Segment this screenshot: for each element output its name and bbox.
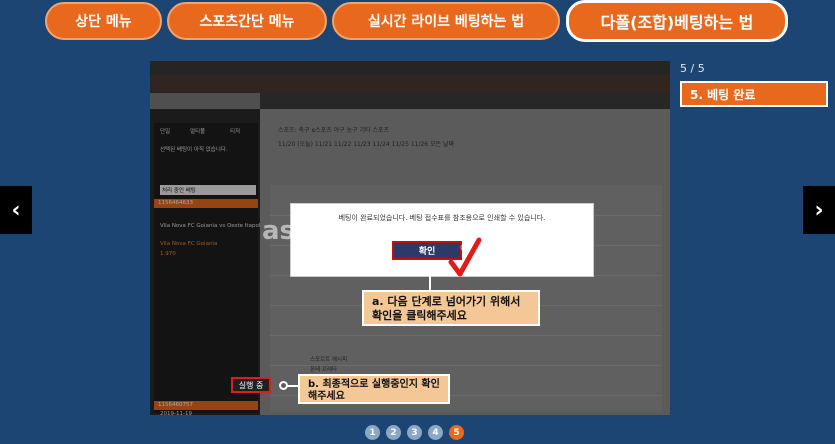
tab-live-betting[interactable]: 실시간 라이브 베팅하는 법 bbox=[332, 2, 560, 40]
page-dot-3[interactable]: 3 bbox=[407, 425, 422, 440]
page-dot-5[interactable]: 5 bbox=[449, 425, 464, 440]
tab-top-menu[interactable]: 상단 메뉴 bbox=[45, 2, 162, 40]
page-dot-4[interactable]: 4 bbox=[428, 425, 443, 440]
next-arrow-button[interactable]: › bbox=[803, 186, 835, 234]
pointer-line-a bbox=[429, 273, 431, 291]
callout-b: b. 최종적으로 실행중인지 확인해주세요 bbox=[298, 374, 450, 404]
tab-parlay-betting[interactable]: 다폴(조합)베팅하는 법 bbox=[566, 0, 788, 42]
page-dot-2[interactable]: 2 bbox=[386, 425, 401, 440]
tab-sports-menu[interactable]: 스포츠간단 메뉴 bbox=[167, 2, 327, 40]
page-dot-1[interactable]: 1 bbox=[365, 425, 380, 440]
running-status-badge: 실행 중 bbox=[231, 377, 271, 393]
callout-a: a. 다음 단계로 넘어가기 위해서 확인을 클릭해주세요 bbox=[362, 290, 540, 326]
step-title: 5. 베팅 완료 bbox=[680, 81, 828, 107]
pagination: 1 2 3 4 5 bbox=[365, 425, 464, 440]
step-counter: 5 / 5 bbox=[680, 62, 705, 75]
prev-arrow-button[interactable]: ‹ bbox=[0, 186, 32, 234]
check-mark-icon bbox=[448, 237, 482, 277]
asianconnect-watermark: asianconnect bbox=[262, 216, 456, 246]
tab-bar: 상단 메뉴 스포츠간단 메뉴 실시간 라이브 베팅하는 법 다폴(조합)베팅하는… bbox=[0, 0, 835, 44]
